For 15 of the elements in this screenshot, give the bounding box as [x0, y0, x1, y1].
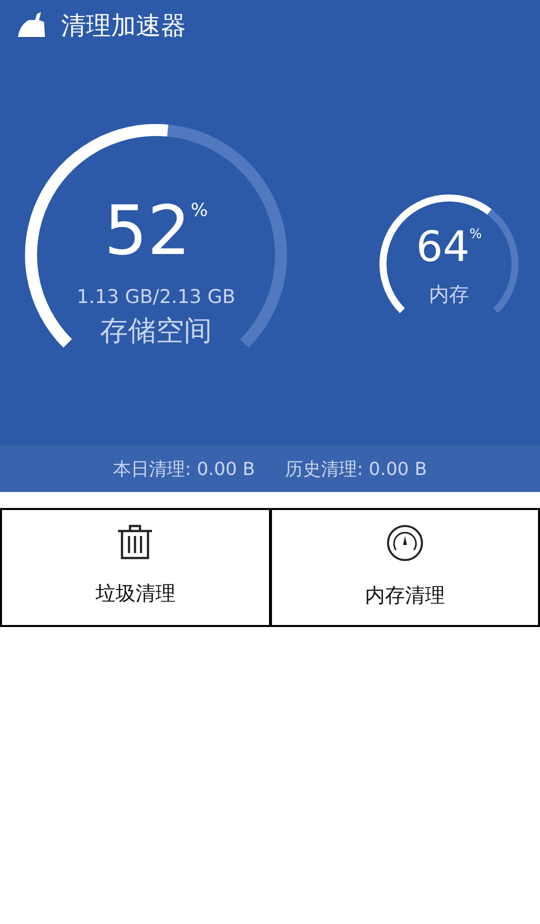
stat-text: 历史清理: 0.00 B: [285, 458, 427, 480]
percent-unit: %: [470, 227, 482, 242]
gauge-label: 存储空间: [100, 313, 212, 349]
gauge-icon: [386, 524, 424, 562]
broom-icon: [17, 12, 47, 38]
percent-unit: %: [190, 200, 208, 221]
stat-text: 本日清理: 0.00 B: [113, 458, 255, 480]
action-button[interactable]: 垃圾清理: [0, 508, 272, 627]
percent-value: 52: [104, 192, 191, 272]
percent-value: 64: [416, 221, 470, 273]
trash-icon: [116, 524, 154, 560]
action-button[interactable]: 内存清理: [272, 508, 540, 627]
gauge-label: 内存: [429, 281, 469, 308]
app-title: 清理加速器: [61, 10, 186, 42]
usage-text: 1.13 GB/2.13 GB: [76, 286, 236, 308]
